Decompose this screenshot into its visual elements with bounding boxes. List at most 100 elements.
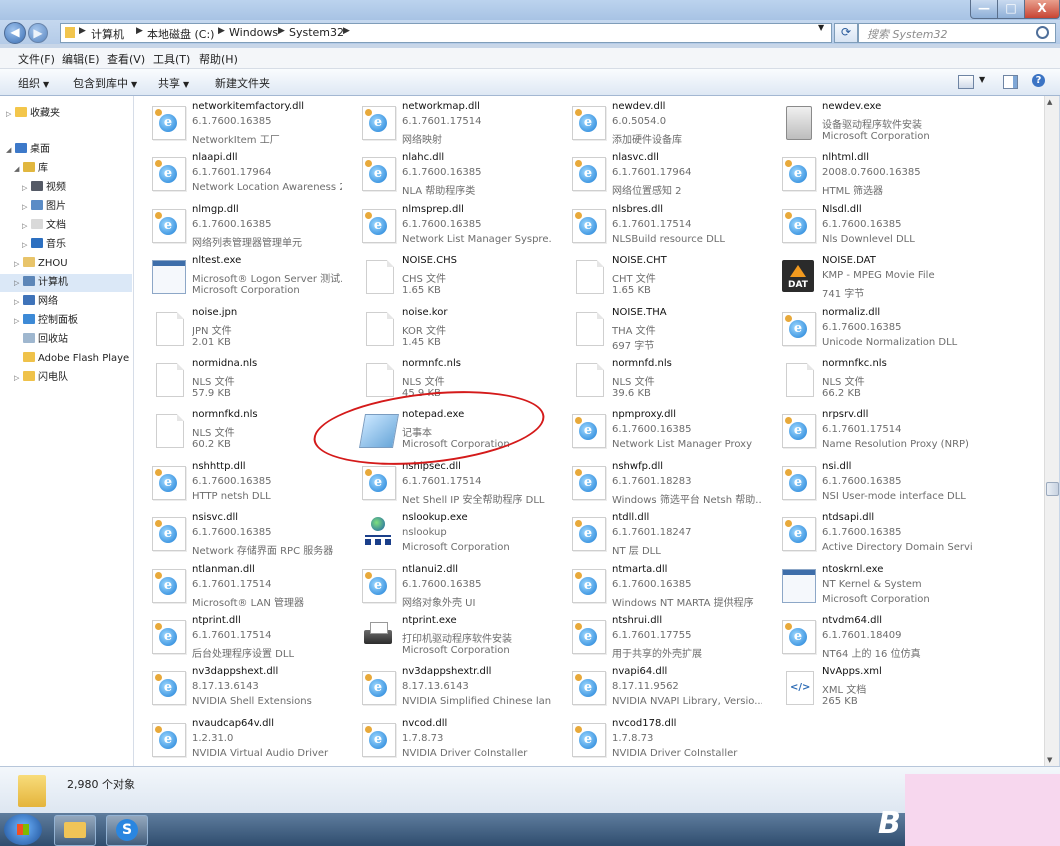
nav-item-14[interactable]: ▷ 闪电队 [0,369,132,387]
file-item[interactable]: e nsi.dll 6.1.7600.16385 NSI User-mode inte… [764,460,969,511]
search-input[interactable]: 搜索 System32 [858,23,1056,43]
back-button[interactable]: ◀ [4,22,26,44]
menu-help[interactable]: 帮助(H) [199,51,238,67]
file-item[interactable]: ntprint.exe 打印机驱动程序软件安装 Microsoft Corporat… [344,614,549,665]
file-item[interactable]: normidna.nls NLS 文件 57.9 KB [134,357,339,408]
expand-arrow-icon[interactable]: ▷ [14,255,22,273]
nav-item-9[interactable]: ▷ 计算机 [0,274,132,292]
file-item[interactable]: e nlahc.dll 6.1.7600.16385 NLA 帮助程序类 [344,151,549,202]
search-icon[interactable] [1036,26,1049,39]
file-item[interactable]: normnfd.nls NLS 文件 39.6 KB [554,357,759,408]
include-in-library-button[interactable]: 包含到库中 ▼ [73,75,137,91]
file-item[interactable]: e ntvdm64.dll 6.1.7601.18409 NT64 上的 16 位仿真 [764,614,969,665]
file-item[interactable]: noise.kor KOR 文件 1.45 KB [344,306,549,357]
file-item[interactable]: e nvcod178.dll 1.7.8.73 NVIDIA Driver CoIns… [554,717,759,766]
nav-item-3[interactable]: ◢ 库 [0,160,132,178]
nav-item-11[interactable]: ▷ 控制面板 [0,312,132,330]
scroll-up-icon[interactable]: ▲ [1047,98,1052,106]
nav-item-8[interactable]: ▷ ZHOU [0,255,132,273]
file-item[interactable]: normnfkc.nls NLS 文件 66.2 KB [764,357,969,408]
nav-item-6[interactable]: ▷ 文档 [0,217,132,235]
nav-item-7[interactable]: ▷ 音乐 [0,236,132,254]
file-item[interactable]: e nlasvc.dll 6.1.7601.17964 网络位置感知 2 [554,151,759,202]
nav-item-10[interactable]: ▷ 网络 [0,293,132,311]
navigation-pane[interactable]: ▷ 收藏夹 ◢ 桌面 ◢ 库 ▷ 视频 ▷ 图片 ▷ 文档 ▷ 音乐 ▷ ZHOU ▷ 计算机 ▷ 网络 ▷ 控制面板 回收… [0,96,134,766]
file-item[interactable]: NOISE.CHS CHS 文件 1.65 KB [344,254,549,305]
breadcrumb-windows[interactable]: Windows [229,26,278,39]
file-item[interactable]: e networkitemfactory.dll 6.1.7600.16385 Net… [134,100,339,151]
file-item[interactable]: e Nlsdl.dll 6.1.7600.16385 Nls Downlevel DL… [764,203,969,254]
menu-tools[interactable]: 工具(T) [153,51,190,67]
nav-item-13[interactable]: Adobe Flash Playe [0,350,132,368]
file-item[interactable]: e npmproxy.dll 6.1.7600.16385 Network List … [554,408,759,459]
menu-view[interactable]: 查看(V) [107,51,145,67]
file-item[interactable]: </> NvApps.xml XML 文档 265 KB [764,665,969,716]
nav-item-12[interactable]: 回收站 [0,331,132,349]
file-item[interactable]: e nvaudcap64v.dll 1.2.31.0 NVIDIA Virtual A… [134,717,339,766]
file-item[interactable]: e ntmarta.dll 6.1.7600.16385 Windows NT MAR… [554,563,759,614]
menu-file[interactable]: 文件(F) [18,51,55,67]
refresh-button[interactable]: ⟳ [834,23,858,43]
file-item[interactable]: nslookup.exe nslookup Microsoft Corporatio… [344,511,549,562]
expand-arrow-icon[interactable]: ▷ [22,179,30,197]
file-item[interactable]: e nv3dappshextr.dll 8.17.13.6143 NVIDIA Sim… [344,665,552,716]
maximize-button[interactable]: □ [997,0,1025,19]
file-item[interactable]: e ntdsapi.dll 6.1.7600.16385 Active Directo… [764,511,972,562]
file-item[interactable]: e nvapi64.dll 8.17.11.9562 NVIDIA NVAPI Lib… [554,665,762,716]
chevron-down-icon[interactable]: ▼ [979,75,985,84]
file-item[interactable]: e nv3dappshext.dll 8.17.13.6143 NVIDIA Shel… [134,665,339,716]
file-item[interactable]: e ntlanui2.dll 6.1.7600.16385 网络对象外壳 UI [344,563,549,614]
preview-pane-icon[interactable] [1003,75,1018,89]
file-item[interactable]: e nshhttp.dll 6.1.7600.16385 HTTP netsh DLL [134,460,339,511]
expand-arrow-icon[interactable]: ▷ [6,105,14,123]
nav-item-2[interactable]: ◢ 桌面 [0,141,132,159]
scroll-thumb[interactable] [1046,482,1059,496]
file-item[interactable]: noise.jpn JPN 文件 2.01 KB [134,306,339,357]
nav-item-4[interactable]: ▷ 视频 [0,179,132,197]
share-button[interactable]: 共享 ▼ [158,75,189,91]
address-bar[interactable]: ▶ 计算机 ▶ 本地磁盘 (C:) ▶ Windows ▶ System32 ▶ [60,23,832,43]
expand-arrow-icon[interactable]: ▷ [22,217,30,235]
file-item[interactable]: NOISE.CHT CHT 文件 1.65 KB [554,254,759,305]
file-item[interactable]: e nshwfp.dll 6.1.7601.18283 Windows 筛选平台 Ne… [554,460,762,511]
change-view-icon[interactable] [958,75,974,89]
file-item[interactable]: nltest.exe Microsoft® Logon Server 测试... M… [134,254,342,305]
close-button[interactable]: X [1024,0,1060,19]
file-item[interactable]: e nlhtml.dll 2008.0.7600.16385 HTML 筛选器 [764,151,969,202]
file-item[interactable]: NOISE.THA THA 文件 697 字节 [554,306,759,357]
file-item[interactable]: e nlmgp.dll 6.1.7600.16385 网络列表管理器管理单元 [134,203,339,254]
file-item[interactable]: e ntlanman.dll 6.1.7601.17514 Microsoft® LA… [134,563,339,614]
file-item[interactable]: e ntdll.dll 6.1.7601.18247 NT 层 DLL [554,511,759,562]
file-item[interactable]: e nrpsrv.dll 6.1.7601.17514 Name Resolution… [764,408,972,459]
expand-arrow-icon[interactable]: ◢ [6,141,14,159]
forward-button[interactable]: ▶ [28,23,48,43]
expand-arrow-icon[interactable]: ▷ [14,312,22,330]
start-button[interactable] [4,814,42,845]
expand-arrow-icon[interactable]: ◢ [14,160,22,178]
expand-arrow-icon[interactable]: ▷ [14,369,22,387]
file-list[interactable]: e networkitemfactory.dll 6.1.7600.16385 Net… [134,96,1044,766]
nav-item-5[interactable]: ▷ 图片 [0,198,132,216]
file-item[interactable]: e nlsbres.dll 6.1.7601.17514 NLSBuild resou… [554,203,759,254]
expand-arrow-icon[interactable]: ▷ [14,274,22,292]
file-item[interactable]: e ntprint.dll 6.1.7601.17514 后台处理程序设置 DLL [134,614,339,665]
expand-arrow-icon[interactable]: ▷ [14,293,22,311]
expand-arrow-icon[interactable]: ▷ [22,198,30,216]
breadcrumb-computer[interactable]: 计算机 [91,26,124,42]
file-item[interactable]: DAT NOISE.DAT KMP - MPEG Movie File 741 字节 [764,254,969,305]
file-item[interactable]: e ntshrui.dll 6.1.7601.17755 用于共享的外壳扩展 [554,614,759,665]
help-icon[interactable]: ? [1032,74,1045,87]
file-item[interactable]: normnfkd.nls NLS 文件 60.2 KB [134,408,339,459]
file-item[interactable]: e nlaapi.dll 6.1.7601.17964 Network Locatio… [134,151,342,202]
file-item[interactable]: e nshipsec.dll 6.1.7601.17514 Net Shell IP … [344,460,549,511]
vertical-scrollbar[interactable]: ▲ ▼ [1044,96,1059,766]
file-item[interactable]: ntoskrnl.exe NT Kernel & System Microsoft … [764,563,969,614]
file-item[interactable]: e normaliz.dll 6.1.7600.16385 Unicode Norma… [764,306,969,357]
breadcrumb-local-disk[interactable]: 本地磁盘 (C:) [147,26,214,42]
address-dropdown-icon[interactable]: ▼ [818,23,828,32]
file-item[interactable]: e networkmap.dll 6.1.7601.17514 网络映射 [344,100,549,151]
nav-item-1[interactable]: ▷ 收藏夹 [0,105,132,123]
taskbar-explorer-button[interactable] [54,815,96,846]
organize-button[interactable]: 组织 ▼ [18,75,49,91]
scroll-down-icon[interactable]: ▼ [1047,756,1052,764]
